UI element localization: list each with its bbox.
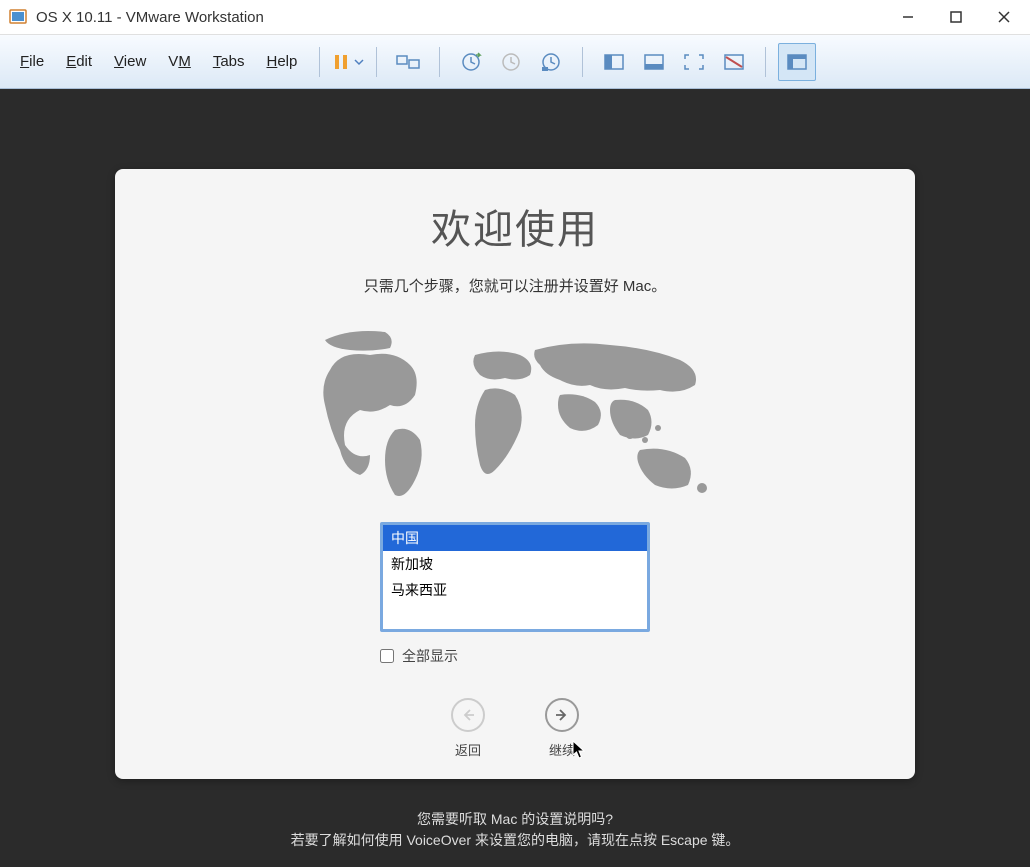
menu-help[interactable]: Help — [257, 47, 308, 76]
nav-buttons: 返回 继续 — [451, 698, 579, 759]
setup-subtitle: 只需几个步骤，您就可以注册并设置好 Mac。 — [364, 275, 667, 296]
world-map-icon — [300, 320, 730, 520]
back-button: 返回 — [451, 698, 485, 759]
view-console-button[interactable] — [595, 43, 633, 81]
separator — [319, 47, 320, 77]
view-stretch-button[interactable] — [635, 43, 673, 81]
separator — [376, 47, 377, 77]
show-all-row: 全部显示 — [380, 646, 650, 666]
toolbar: File Edit View VM Tabs Help — [0, 35, 1030, 89]
arrow-right-icon — [545, 698, 579, 732]
menu-edit[interactable]: Edit — [56, 47, 102, 76]
menu-file[interactable]: File — [10, 47, 54, 76]
chevron-down-icon — [354, 57, 364, 67]
fullscreen-button[interactable] — [675, 43, 713, 81]
snapshot-revert-button[interactable] — [492, 43, 530, 81]
window-controls — [898, 7, 1014, 27]
show-tabs-button[interactable] — [778, 43, 816, 81]
maximize-button[interactable] — [946, 7, 966, 27]
menu-vm[interactable]: VM — [158, 47, 201, 76]
back-label: 返回 — [455, 740, 481, 759]
vm-display-area: 欢迎使用 只需几个步骤，您就可以注册并设置好 Mac。 — [0, 89, 1030, 867]
show-all-label: 全部显示 — [402, 646, 458, 666]
footer-line-1: 您需要听取 Mac 的设置说明吗? — [0, 809, 1030, 830]
separator — [582, 47, 583, 77]
menu-view[interactable]: View — [104, 47, 156, 76]
close-button[interactable] — [994, 7, 1014, 27]
menu-tabs[interactable]: Tabs — [203, 47, 255, 76]
macos-setup-window: 欢迎使用 只需几个步骤，您就可以注册并设置好 Mac。 — [115, 169, 915, 779]
snapshot-take-button[interactable] — [452, 43, 490, 81]
country-list[interactable]: 中国 新加坡 马来西亚 — [380, 522, 650, 632]
continue-label: 继续 — [549, 740, 575, 759]
vmware-app-icon — [8, 7, 28, 27]
send-ctrl-alt-del-button[interactable] — [389, 43, 427, 81]
pause-button[interactable] — [332, 53, 364, 71]
voiceover-hint: 您需要听取 Mac 的设置说明吗? 若要了解如何使用 VoiceOver 来设置… — [0, 809, 1030, 851]
show-all-checkbox[interactable] — [380, 649, 394, 663]
minimize-button[interactable] — [898, 7, 918, 27]
continue-button[interactable]: 继续 — [545, 698, 579, 759]
titlebar: OS X 10.11 - VMware Workstation — [0, 0, 1030, 35]
separator — [765, 47, 766, 77]
country-item-china[interactable]: 中国 — [383, 525, 647, 551]
window-title: OS X 10.11 - VMware Workstation — [36, 9, 898, 26]
country-item-singapore[interactable]: 新加坡 — [383, 551, 647, 577]
footer-line-2: 若要了解如何使用 VoiceOver 来设置您的电脑，请现在点按 Escape … — [0, 830, 1030, 851]
arrow-left-icon — [451, 698, 485, 732]
unity-button[interactable] — [715, 43, 753, 81]
separator — [439, 47, 440, 77]
setup-title: 欢迎使用 — [431, 197, 599, 255]
country-item-malaysia[interactable]: 马来西亚 — [383, 577, 647, 603]
snapshot-manager-button[interactable] — [532, 43, 570, 81]
